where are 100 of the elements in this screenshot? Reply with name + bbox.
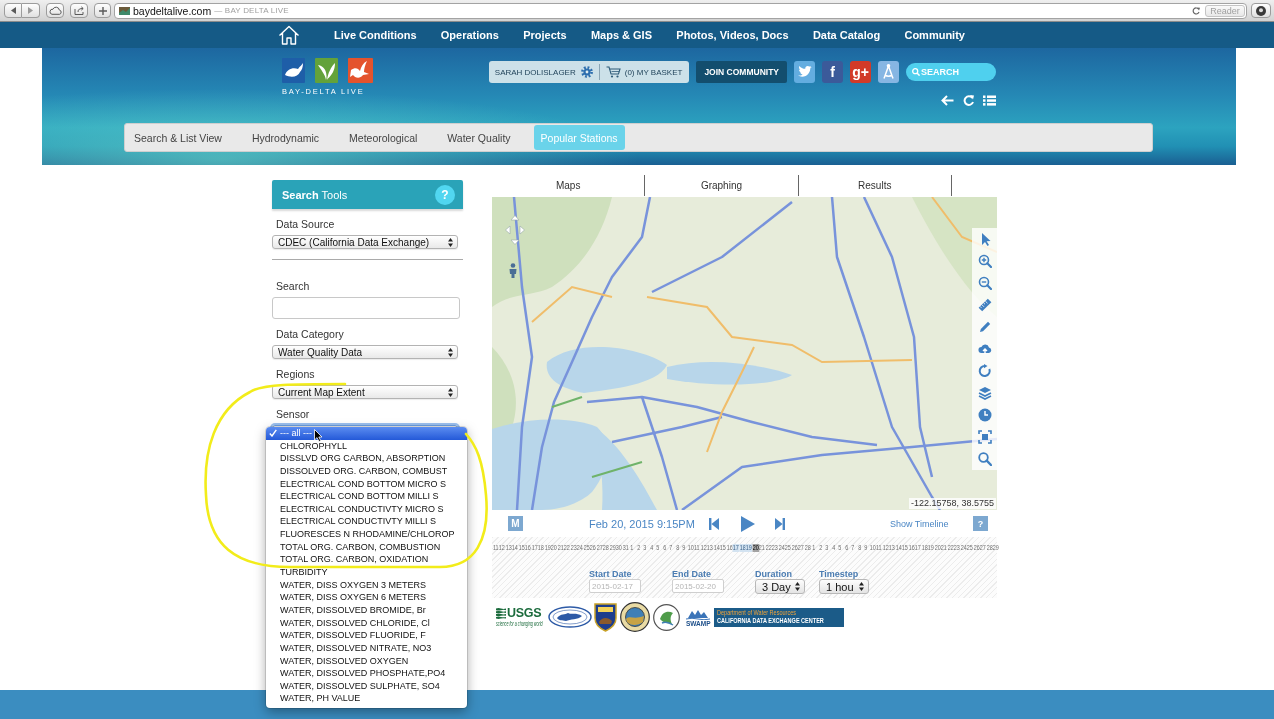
dropdown-option[interactable]: WATER, DISSOLVED PHOSPHATE,PO4 [266, 667, 467, 680]
play-icon[interactable] [741, 515, 755, 532]
nav-link[interactable]: Live Conditions [334, 29, 417, 41]
dropdown-option[interactable]: WATER, DISSOLVED SULPHATE, SO4 [266, 679, 467, 693]
reload-icon[interactable] [1192, 6, 1200, 15]
map-tab[interactable]: Results [798, 175, 952, 196]
oval-logo-icon [548, 606, 592, 628]
join-button[interactable]: JOIN COMMUNITY [696, 61, 787, 83]
dropdown-option[interactable]: ELECTRICAL CONDUCTIVTY MILLI S [266, 515, 467, 529]
back-button[interactable] [4, 3, 22, 18]
day-number: 11 [875, 544, 882, 552]
day-number: 20 [550, 544, 557, 552]
social-button[interactable]: g+ [850, 61, 871, 83]
refresh-icon[interactable] [977, 364, 992, 378]
social-button[interactable]: f [822, 61, 843, 83]
clock-icon[interactable] [977, 408, 992, 422]
nav-tab[interactable]: Water Quality [440, 125, 518, 150]
address-field[interactable]: baydeltalive.com — BAY DELTA LIVE Reader [114, 2, 1247, 19]
left-arrow-icon[interactable] [941, 95, 954, 106]
day-number: 24 [576, 544, 583, 552]
day-number: 5 [655, 544, 661, 552]
nav-link[interactable]: Community [904, 29, 965, 41]
ruler-icon[interactable] [977, 298, 992, 312]
layers-icon[interactable] [977, 386, 992, 400]
dropdown-option[interactable]: TOTAL ORG. CARBON, OXIDATION [266, 553, 467, 567]
compass-icon[interactable] [878, 61, 899, 83]
dropdown-option[interactable]: ELECTRICAL COND BOTTOM MICRO S [266, 477, 467, 491]
user-link[interactable]: SARAH DOLISLAGER [494, 67, 576, 77]
select-dropdown[interactable]: Current Map Extent [272, 385, 458, 399]
nav-tab[interactable]: Search & List View [127, 125, 229, 150]
nav-link[interactable]: Maps & GIS [590, 29, 652, 41]
search-icon[interactable] [977, 452, 992, 466]
new-tab-button[interactable] [94, 3, 111, 18]
dropdown-option[interactable]: WATER, DISSOLVED NITRATE, NO3 [266, 641, 467, 655]
zoom-out-icon[interactable] [977, 276, 992, 290]
dropdown-option[interactable]: DISSLVD ORG CARBON, ABSORPTION [266, 452, 467, 465]
dropdown-option[interactable]: WATER, DISSOLVED OXYGEN [266, 654, 467, 668]
dropdown-option[interactable]: CHLOROPHYLL [266, 439, 467, 453]
zoom-in-icon[interactable] [977, 254, 992, 268]
dropdown-option[interactable]: WATER, DISSOLVED CHLORIDE, Cl [266, 616, 467, 630]
search-field[interactable]: SEARCH [906, 63, 996, 81]
panel-title: Search Tools [282, 188, 348, 201]
date-input[interactable]: 2015-02-17 [589, 579, 641, 593]
bird-icon[interactable] [794, 61, 815, 83]
cloud-upload-icon[interactable] [977, 342, 992, 356]
search-input[interactable] [272, 297, 460, 319]
basket-link[interactable]: (0) MY BASKET [605, 66, 683, 78]
dropdown-option[interactable]: WATER, DISSOLVED BROMIDE, Br [266, 603, 467, 617]
dropdown-option[interactable]: ELECTRICAL CONDUCTIVTY MICRO S [266, 502, 467, 516]
dropdown-option[interactable]: ELECTRICAL COND BOTTOM MILLI S [266, 490, 467, 503]
dropdown-option[interactable]: WATER, PH VALUE [266, 692, 467, 706]
day-number: 18 [537, 544, 544, 552]
select-dropdown[interactable]: 3 Day [755, 579, 805, 594]
field-label: End Date [672, 569, 711, 579]
dropdown-option[interactable]: WATER, DISS OXYGEN 6 METERS [266, 591, 467, 604]
fullscreen-icon[interactable] [977, 430, 992, 444]
dropdown-option[interactable]: --- all --- [266, 427, 467, 440]
day-number: 21 [557, 544, 564, 552]
dropdown-option[interactable]: WATER, DISSOLVED FLUORIDE, F [266, 629, 467, 642]
date-input[interactable]: 2015-02-20 [672, 579, 724, 593]
nav-link[interactable]: Photos, Videos, Docs [676, 29, 789, 41]
select-dropdown[interactable]: CDEC (California Data Exchange) [272, 235, 458, 249]
pencil-icon[interactable] [977, 320, 992, 334]
nav-tab[interactable]: Meteorological [342, 125, 425, 150]
day-number: 18 [921, 544, 928, 552]
dropdown-option[interactable]: TOTAL ORG. CARBON, COMBUSTION [266, 540, 467, 554]
list-icon[interactable] [983, 95, 996, 106]
skip-forward-icon[interactable] [775, 517, 785, 530]
gear-icon[interactable] [580, 66, 593, 78]
map-drawing[interactable] [492, 197, 997, 510]
day-number: 14 [713, 544, 720, 552]
home-icon[interactable] [278, 25, 300, 45]
nav-link[interactable]: Data Catalog [812, 29, 881, 41]
select-dropdown[interactable]: 1 hou [819, 579, 869, 594]
pan-arrows-icon[interactable] [505, 215, 525, 245]
map-tab[interactable]: Graphing [645, 175, 799, 196]
page-title-text: — BAY DELTA LIVE [214, 6, 289, 15]
right-triangle-icon [28, 7, 33, 14]
dropdown-option[interactable]: WATER, DISS OXYGEN 3 METERS [266, 578, 467, 592]
map-tab[interactable]: Maps [492, 175, 646, 196]
day-number: 15 [719, 544, 726, 552]
updown-arrows-icon [448, 387, 453, 397]
dropdown-option[interactable]: TURBIDITY [266, 566, 467, 579]
dropdown-option[interactable]: DISSOLVED ORG. CARBON, COMBUST [266, 464, 467, 478]
show-timeline-link[interactable]: Show Timeline [890, 518, 949, 529]
day-number: 16 [908, 544, 915, 552]
share-button[interactable] [70, 3, 88, 18]
nav-link[interactable]: Operations [440, 29, 499, 41]
day-number: 14 [895, 544, 902, 552]
nav-tab[interactable]: Hydrodynamic [244, 125, 327, 150]
person-icon[interactable] [508, 263, 518, 278]
leaf-tile-icon [315, 58, 338, 83]
plus-icon [98, 6, 107, 15]
select-dropdown[interactable]: Water Quality Data [272, 345, 458, 359]
dropdown-option[interactable]: FLUORESCES N RHODAMINE/CHLOROP [266, 528, 467, 541]
cloud-button[interactable] [46, 3, 64, 18]
day-number: 21 [940, 544, 947, 552]
nav-link[interactable]: Projects [523, 29, 567, 41]
skip-back-icon[interactable] [709, 517, 719, 530]
extension-button[interactable] [1251, 3, 1271, 18]
